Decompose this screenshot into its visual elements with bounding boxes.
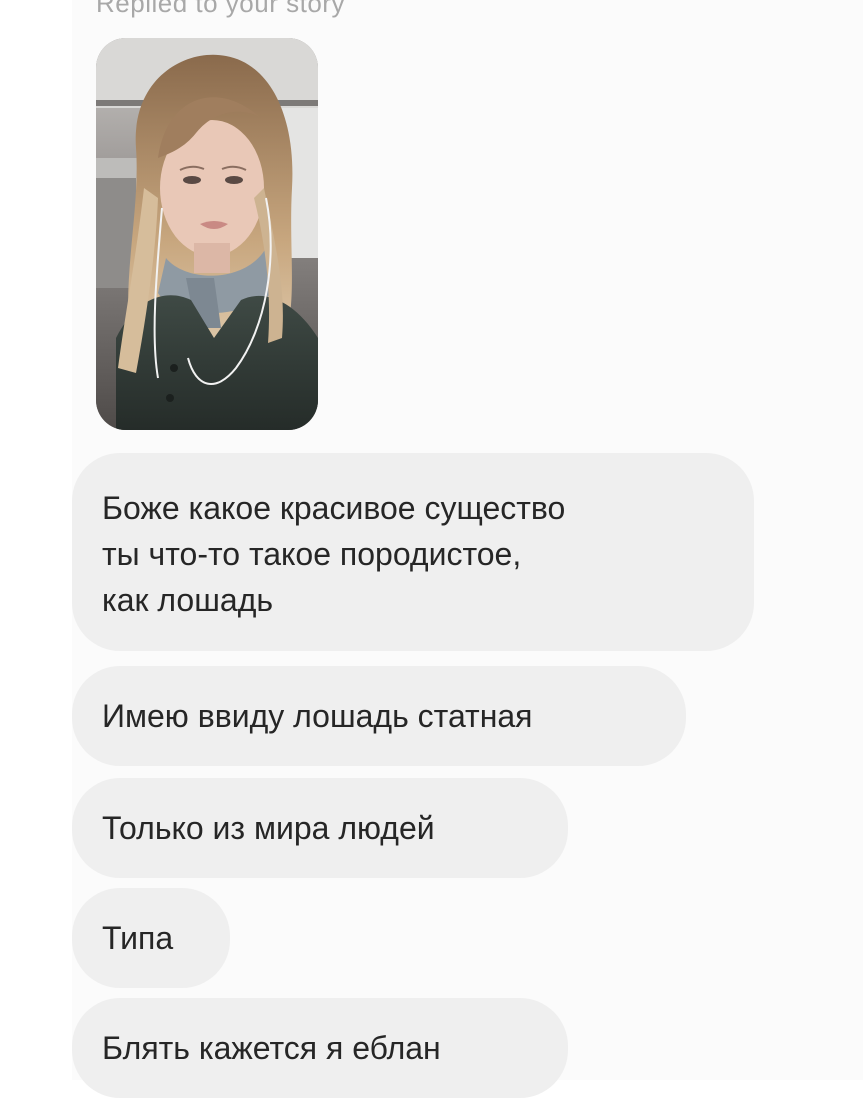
message-bubble[interactable]: Боже какое красивое существо ты что-то т… [72,453,754,651]
message-text: Типа [102,920,174,956]
message-bubble[interactable]: Имею ввиду лошадь статная [72,666,686,766]
left-margin [0,0,72,1080]
message-bubble[interactable]: Блять кажется я еблан [72,998,568,1098]
message-text: Блять кажется я еблан [102,1030,441,1066]
story-thumbnail[interactable] [96,38,318,430]
story-photo [96,38,318,430]
message-text: Только из мира людей [102,810,435,846]
story-reply-caption: Replied to your story [96,0,345,18]
message-bubble[interactable]: Только из мира людей [72,778,568,878]
message-text: Имею ввиду лошадь статная [102,698,533,734]
message-text: Боже какое красивое существо ты что-то т… [102,490,566,618]
message-bubble[interactable]: Типа [72,888,230,988]
